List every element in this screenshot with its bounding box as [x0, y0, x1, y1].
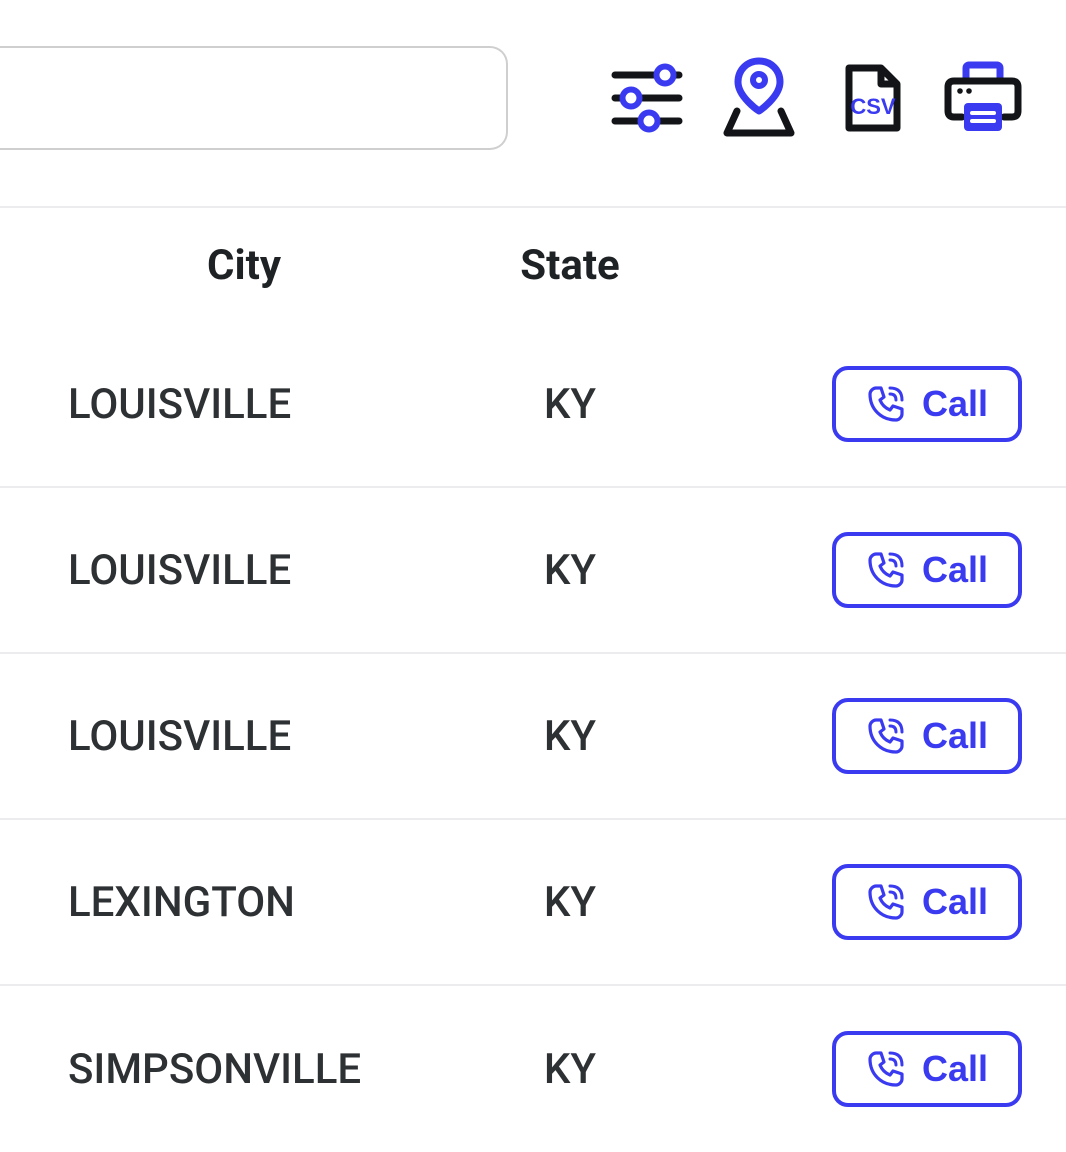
page: CSV City State LOUISVILLEKYCallLOUISVILL…: [0, 0, 1066, 1152]
cell-city: LEXINGTON: [68, 878, 420, 927]
call-button[interactable]: Call: [832, 864, 1022, 940]
cell-action: Call: [720, 366, 1066, 442]
header-state: State: [420, 241, 720, 290]
print-button[interactable]: [940, 55, 1026, 141]
table-row: LOUISVILLEKY Call: [0, 654, 1066, 820]
svg-text:CSV: CSV: [850, 94, 896, 119]
phone-icon: [866, 716, 906, 756]
cell-state: KY: [420, 380, 720, 429]
table-body: LOUISVILLEKYCallLOUISVILLEKYCallLOUISVIL…: [0, 322, 1066, 1152]
call-button-label: Call: [922, 715, 988, 757]
header-city: City: [68, 241, 420, 290]
cell-action: Call: [720, 864, 1066, 940]
phone-icon: [866, 1049, 906, 1089]
phone-icon: [866, 550, 906, 590]
cell-state: KY: [420, 1045, 720, 1094]
toolbar: CSV: [0, 0, 1066, 206]
cell-state: KY: [420, 878, 720, 927]
cell-action: Call: [720, 532, 1066, 608]
call-button-label: Call: [922, 549, 988, 591]
cell-state: KY: [420, 546, 720, 595]
table-header: City State: [0, 206, 1066, 322]
table-row: LOUISVILLEKY Call: [0, 322, 1066, 488]
call-button[interactable]: Call: [832, 1031, 1022, 1107]
cell-action: Call: [720, 698, 1066, 774]
csv-file-icon: CSV: [833, 60, 909, 136]
sliders-icon: [609, 63, 685, 133]
map-pin-icon: [719, 57, 799, 139]
table-row: SIMPSONVILLEKY Call: [0, 986, 1066, 1152]
cell-city: LOUISVILLE: [68, 380, 420, 429]
call-button-label: Call: [922, 1048, 988, 1090]
call-button[interactable]: Call: [832, 532, 1022, 608]
filter-button[interactable]: [604, 55, 690, 141]
cell-action: Call: [720, 1031, 1066, 1107]
printer-icon: [942, 59, 1024, 137]
table-row: LOUISVILLEKY Call: [0, 488, 1066, 654]
table-row: LEXINGTONKY Call: [0, 820, 1066, 986]
search-input[interactable]: [0, 46, 508, 150]
call-button[interactable]: Call: [832, 698, 1022, 774]
csv-export-button[interactable]: CSV: [828, 55, 914, 141]
cell-city: SIMPSONVILLE: [68, 1045, 420, 1094]
call-button-label: Call: [922, 881, 988, 923]
cell-city: LOUISVILLE: [68, 546, 420, 595]
call-button[interactable]: Call: [832, 366, 1022, 442]
map-button[interactable]: [716, 55, 802, 141]
phone-icon: [866, 882, 906, 922]
cell-state: KY: [420, 712, 720, 761]
cell-city: LOUISVILLE: [68, 712, 420, 761]
phone-icon: [866, 384, 906, 424]
call-button-label: Call: [922, 383, 988, 425]
